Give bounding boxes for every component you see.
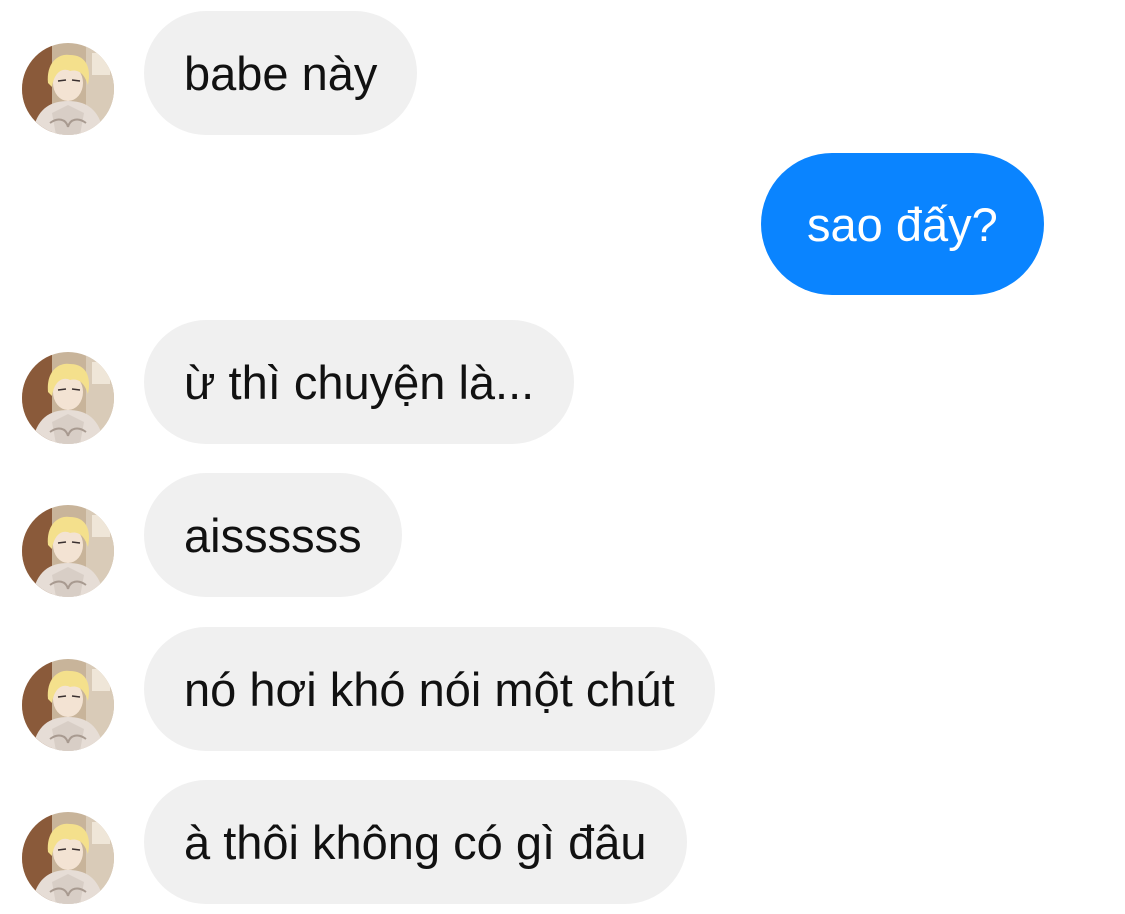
contact-avatar[interactable]	[22, 812, 114, 904]
incoming-message-bubble[interactable]: nó hơi khó nói một chút	[144, 627, 715, 751]
incoming-message-bubble[interactable]: à thôi không có gì đâu	[144, 780, 687, 904]
contact-avatar[interactable]	[22, 505, 114, 597]
message-text: ừ thì chuyện là...	[184, 355, 535, 409]
outgoing-message-bubble[interactable]: sao đấy?	[761, 153, 1044, 295]
message-text: sao đấy?	[807, 197, 998, 251]
message-text: à thôi không có gì đâu	[184, 815, 647, 869]
incoming-message-bubble[interactable]: aissssss	[144, 473, 402, 597]
contact-avatar[interactable]	[22, 352, 114, 444]
incoming-message-bubble[interactable]: ừ thì chuyện là...	[144, 320, 575, 444]
contact-avatar[interactable]	[22, 43, 114, 135]
contact-avatar[interactable]	[22, 659, 114, 751]
chat-thread: babe này sao đấy? ừ thì chuyện là... ais…	[0, 0, 1125, 914]
message-text: nó hơi khó nói một chút	[184, 662, 675, 716]
incoming-message-bubble[interactable]: babe này	[144, 11, 418, 135]
message-text: babe này	[184, 46, 378, 100]
message-text: aissssss	[184, 508, 362, 562]
